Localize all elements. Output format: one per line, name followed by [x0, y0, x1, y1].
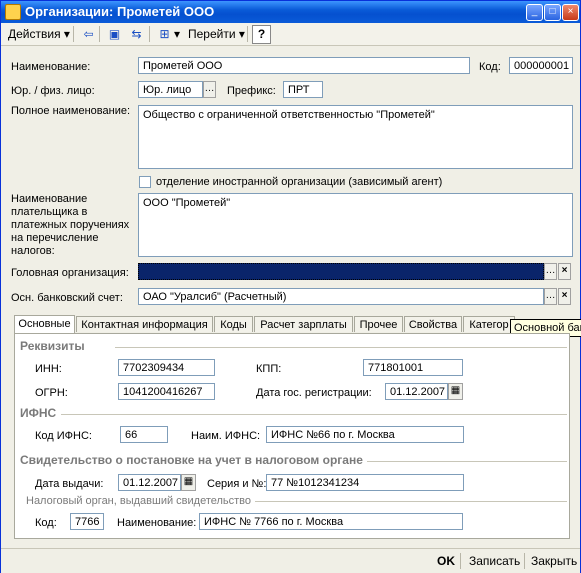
issuer-name-label: Наименование:: [117, 517, 197, 529]
structure-icon[interactable]: ⇆: [127, 25, 146, 44]
bottom-bar: OK Записать Закрыть: [1, 548, 580, 573]
head-org-input[interactable]: [138, 263, 544, 280]
fullname-label: Полное наименование:: [11, 105, 131, 117]
ifns-code-input[interactable]: 66: [120, 426, 168, 443]
calendar-icon[interactable]: ▦: [448, 383, 463, 400]
tab-contacts[interactable]: Контактная информация: [76, 316, 213, 332]
payer-label: Наименование плательщика в платежных пор…: [11, 193, 129, 258]
tab-properties[interactable]: Свойства: [404, 316, 462, 332]
regdate-input[interactable]: 01.12.2007: [385, 383, 448, 400]
code-input[interactable]: 000000001: [509, 57, 573, 74]
tab-categories[interactable]: Категор: [463, 316, 515, 332]
foreign-label: отделение иностранной организации (завис…: [156, 176, 443, 188]
payer-label-line: платежных поручениях: [11, 219, 130, 231]
payer-name-textarea[interactable]: ООО "Прометей": [138, 193, 573, 257]
fullname-textarea[interactable]: Общество с ограниченной ответственностью…: [138, 105, 573, 169]
section-divider: [61, 414, 567, 415]
issue-date-label: Дата выдачи:: [35, 478, 104, 490]
app-icon: [5, 4, 21, 20]
section-divider: [115, 347, 567, 348]
type-select[interactable]: Юр. лицо: [138, 81, 203, 98]
prefix-input[interactable]: ПРТ: [283, 81, 323, 98]
series-label: Серия и №:: [207, 478, 267, 490]
kpp-label: КПП:: [256, 363, 282, 375]
bank-account-choose-button[interactable]: …: [544, 288, 557, 305]
ifns-title: ИФНС: [20, 406, 57, 420]
payer-label-line: плательщика в: [11, 206, 88, 218]
toolbar-separator: [460, 553, 461, 569]
actions-menu[interactable]: Действия ▾: [8, 26, 70, 42]
head-org-clear-button[interactable]: ×: [558, 263, 571, 280]
help-icon[interactable]: ?: [252, 25, 271, 44]
ifns-name-label: Наим. ИФНС:: [191, 430, 261, 442]
tab-main[interactable]: Основные: [14, 315, 75, 333]
go-menu[interactable]: Перейти ▾: [188, 26, 245, 42]
generate-icon[interactable]: ⊞: [155, 25, 174, 44]
section-divider: [255, 501, 567, 502]
generate-dropdown[interactable]: ▾: [174, 26, 180, 42]
toolbar-separator: [99, 26, 100, 42]
code-label: Код:: [479, 61, 501, 73]
calendar-icon[interactable]: ▦: [181, 474, 196, 491]
name-label: Наименование:: [11, 61, 91, 73]
issuer-code-input[interactable]: 7766: [70, 513, 104, 530]
ifns-code-label: Код ИФНС:: [35, 430, 92, 442]
tab-payroll[interactable]: Расчет зарплаты: [254, 316, 353, 332]
head-org-choose-button[interactable]: …: [544, 263, 557, 280]
toolbar: Действия ▾ ⇦ ▣ ⇆ ⊞ ▾ Перейти ▾ ?: [1, 23, 580, 46]
ifns-name-input[interactable]: ИФНС №66 по г. Москва: [266, 426, 464, 443]
ok-button[interactable]: OK: [437, 553, 455, 569]
type-choose-button[interactable]: …: [203, 81, 216, 98]
kpp-input[interactable]: 771801001: [363, 359, 463, 376]
toolbar-separator: [73, 26, 74, 42]
issue-date-input[interactable]: 01.12.2007: [118, 474, 181, 491]
issuer-code-label: Код:: [35, 517, 57, 529]
head-org-label: Головная организация:: [11, 267, 129, 279]
payer-label-line: Наименование: [11, 193, 88, 205]
close-window-button[interactable]: ×: [562, 4, 579, 21]
requisites-title: Реквизиты: [20, 339, 85, 353]
window: Организации: Прометей ООО _ □ × Действия…: [0, 0, 581, 573]
series-input[interactable]: 77 №1012341234: [266, 474, 464, 491]
arrow-left-icon[interactable]: ⇦: [79, 25, 98, 44]
bank-account-clear-button[interactable]: ×: [558, 288, 571, 305]
window-title: Организации: Прометей ООО: [25, 4, 215, 19]
prefix-label: Префикс:: [227, 85, 276, 97]
ogrn-label: ОГРН:: [35, 387, 68, 399]
section-divider: [367, 461, 567, 462]
payer-label-line: на перечисление: [11, 232, 99, 244]
refresh-icon[interactable]: ▣: [105, 25, 124, 44]
actions-label: Действия: [8, 27, 61, 41]
close-button[interactable]: Закрыть: [531, 553, 577, 569]
tab-other[interactable]: Прочее: [354, 316, 403, 332]
foreign-checkbox[interactable]: [139, 176, 151, 188]
name-input[interactable]: Прометей ООО: [138, 57, 470, 74]
tab-codes[interactable]: Коды: [214, 316, 253, 332]
save-button[interactable]: Записать: [469, 553, 520, 569]
toolbar-separator: [247, 26, 248, 42]
issuer-title: Налоговый орган, выдавший свидетельство: [26, 495, 252, 507]
payer-label-line: налогов:: [11, 245, 55, 257]
toolbar-separator: [149, 26, 150, 42]
inn-input[interactable]: 7702309434: [118, 359, 215, 376]
toolbar-separator: [524, 553, 525, 569]
regdate-label: Дата гос. регистрации:: [256, 387, 372, 399]
go-label: Перейти: [188, 27, 236, 41]
inn-label: ИНН:: [35, 363, 62, 375]
type-label: Юр. / физ. лицо:: [11, 85, 95, 97]
certificate-title: Свидетельство о постановке на учет в нал…: [20, 453, 363, 467]
ogrn-input[interactable]: 1041200416267: [118, 383, 215, 400]
maximize-button[interactable]: □: [544, 4, 561, 21]
issuer-name-input[interactable]: ИФНС № 7766 по г. Москва: [199, 513, 463, 530]
minimize-button[interactable]: _: [526, 4, 543, 21]
bank-account-input[interactable]: ОАО "Уралсиб" (Расчетный): [138, 288, 544, 305]
title-bar[interactable]: Организации: Прометей ООО _ □ ×: [1, 1, 580, 23]
bank-account-label: Осн. банковский счет:: [11, 292, 123, 304]
